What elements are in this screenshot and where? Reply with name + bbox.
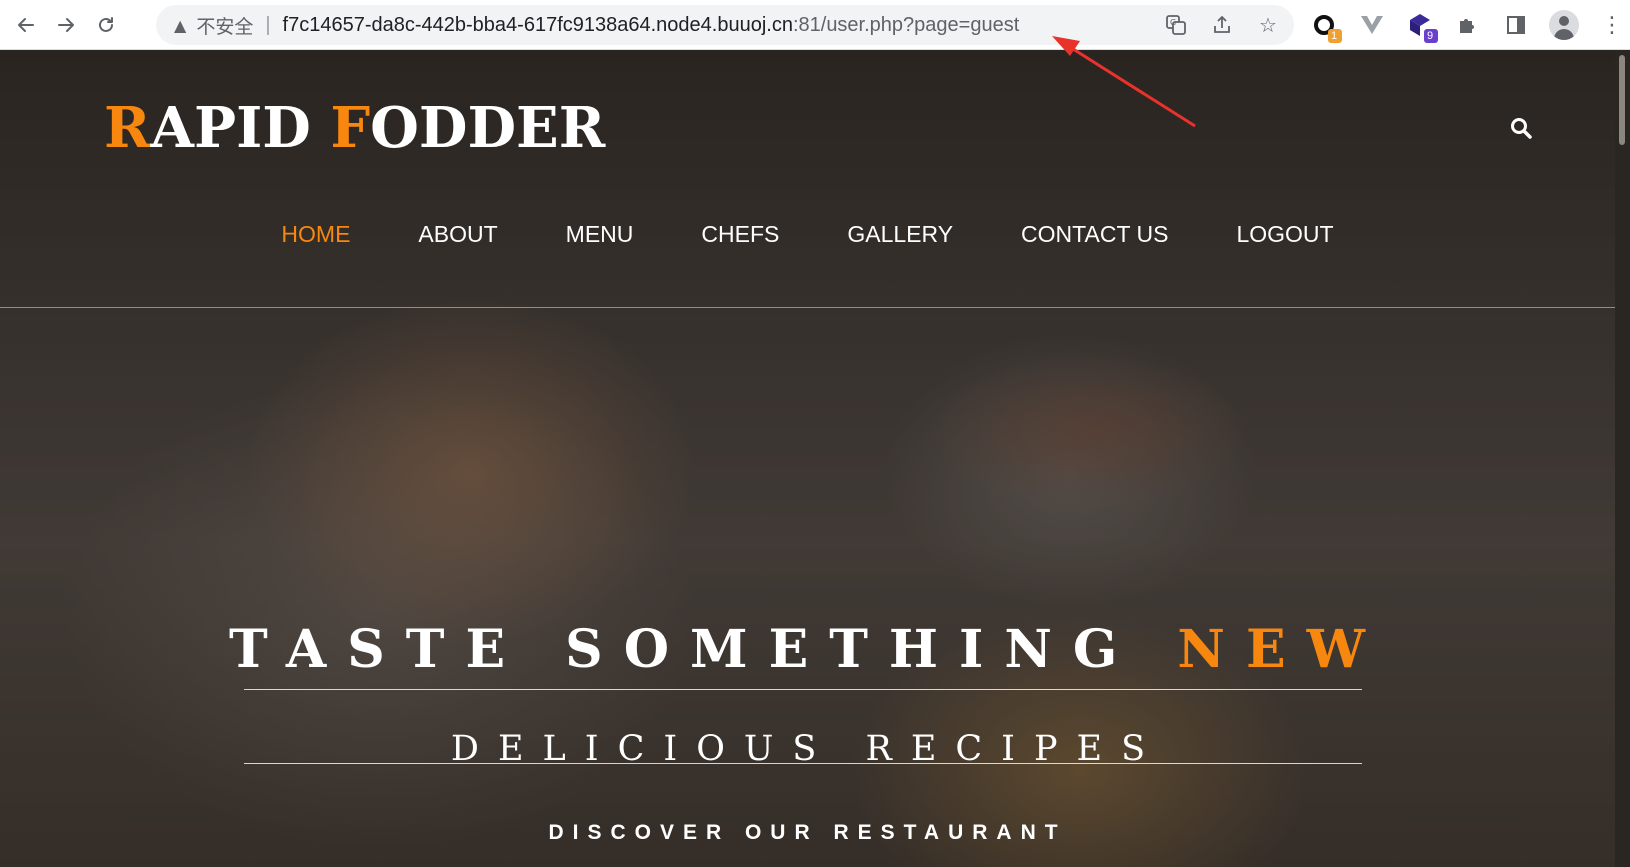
more-menu-icon[interactable]: ⋮ xyxy=(1594,7,1630,43)
scrollbar-thumb[interactable] xyxy=(1619,55,1625,145)
hero-title-accent: NEW xyxy=(1177,619,1386,680)
browser-toolbar: ▲ 不安全 | f7c14657-da8c-442b-bba4-617fc913… xyxy=(0,0,1630,50)
nav-about[interactable]: ABOUT xyxy=(384,221,531,248)
page-scrollbar[interactable] xyxy=(1615,51,1630,867)
url-text[interactable]: f7c14657-da8c-442b-bba4-617fc9138a64.nod… xyxy=(283,14,1020,37)
address-actions: G ☆ xyxy=(1160,5,1284,45)
forward-icon[interactable] xyxy=(46,5,86,45)
nav-gallery[interactable]: GALLERY xyxy=(813,221,987,248)
hero-tagline[interactable]: DISCOVER OUR RESTAURANT xyxy=(0,821,1615,845)
translate-icon[interactable]: G xyxy=(1160,9,1192,41)
main-nav: HOME ABOUT MENU CHEFS GALLERY CONTACT US… xyxy=(0,221,1615,248)
nav-home[interactable]: HOME xyxy=(247,221,384,248)
profile-avatar-icon[interactable] xyxy=(1546,7,1582,43)
hero-title-main: TASTE SOMETHING xyxy=(229,619,1178,680)
extension-badge: 1 xyxy=(1328,29,1342,43)
address-separator: | xyxy=(265,13,271,36)
hero-title: TASTE SOMETHING NEW xyxy=(0,619,1615,680)
cube-extension-icon[interactable]: 9 xyxy=(1402,7,1438,43)
logo-word-rapid: APID xyxy=(150,95,331,161)
hero-divider-top xyxy=(244,689,1362,690)
svg-text:G: G xyxy=(1170,18,1176,27)
nav-logout[interactable]: LOGOUT xyxy=(1202,221,1367,248)
puzzle-extensions-icon[interactable] xyxy=(1450,7,1486,43)
logo-initial-f: F xyxy=(330,95,371,161)
reload-icon[interactable] xyxy=(86,5,126,45)
logo-word-fodder: ODDER xyxy=(370,95,606,161)
logo-initial-r: R xyxy=(104,95,151,161)
address-bar[interactable]: ▲ 不安全 | f7c14657-da8c-442b-bba4-617fc913… xyxy=(156,5,1294,45)
bookmark-star-icon[interactable]: ☆ xyxy=(1252,9,1284,41)
back-icon[interactable] xyxy=(6,5,46,45)
url-path: :81/user.php?page=guest xyxy=(792,13,1020,36)
extension-badge: 9 xyxy=(1424,29,1438,43)
extensions-bar: 1 9 ⋮ xyxy=(1306,5,1630,45)
insecure-label[interactable]: 不安全 xyxy=(196,12,253,39)
site-logo[interactable]: RAPID FODDER xyxy=(104,95,605,161)
warning-icon[interactable]: ▲ xyxy=(174,16,186,35)
url-host: f7c14657-da8c-442b-bba4-617fc9138a64.nod… xyxy=(282,13,793,36)
nav-menu[interactable]: MENU xyxy=(532,221,668,248)
side-panel-icon[interactable] xyxy=(1498,7,1534,43)
search-icon[interactable] xyxy=(1504,111,1538,145)
hero-section: RAPID FODDER HOME ABOUT MENU CHEFS GALLE… xyxy=(0,51,1615,867)
nav-chefs[interactable]: CHEFS xyxy=(667,221,813,248)
ring-extension-icon[interactable]: 1 xyxy=(1306,7,1342,43)
v-extension-icon[interactable] xyxy=(1354,7,1390,43)
header-divider xyxy=(0,307,1615,308)
hero-divider-bottom xyxy=(244,763,1362,764)
nav-contact-us[interactable]: CONTACT US xyxy=(987,221,1202,248)
avatar xyxy=(1549,10,1579,40)
share-icon[interactable] xyxy=(1206,9,1238,41)
